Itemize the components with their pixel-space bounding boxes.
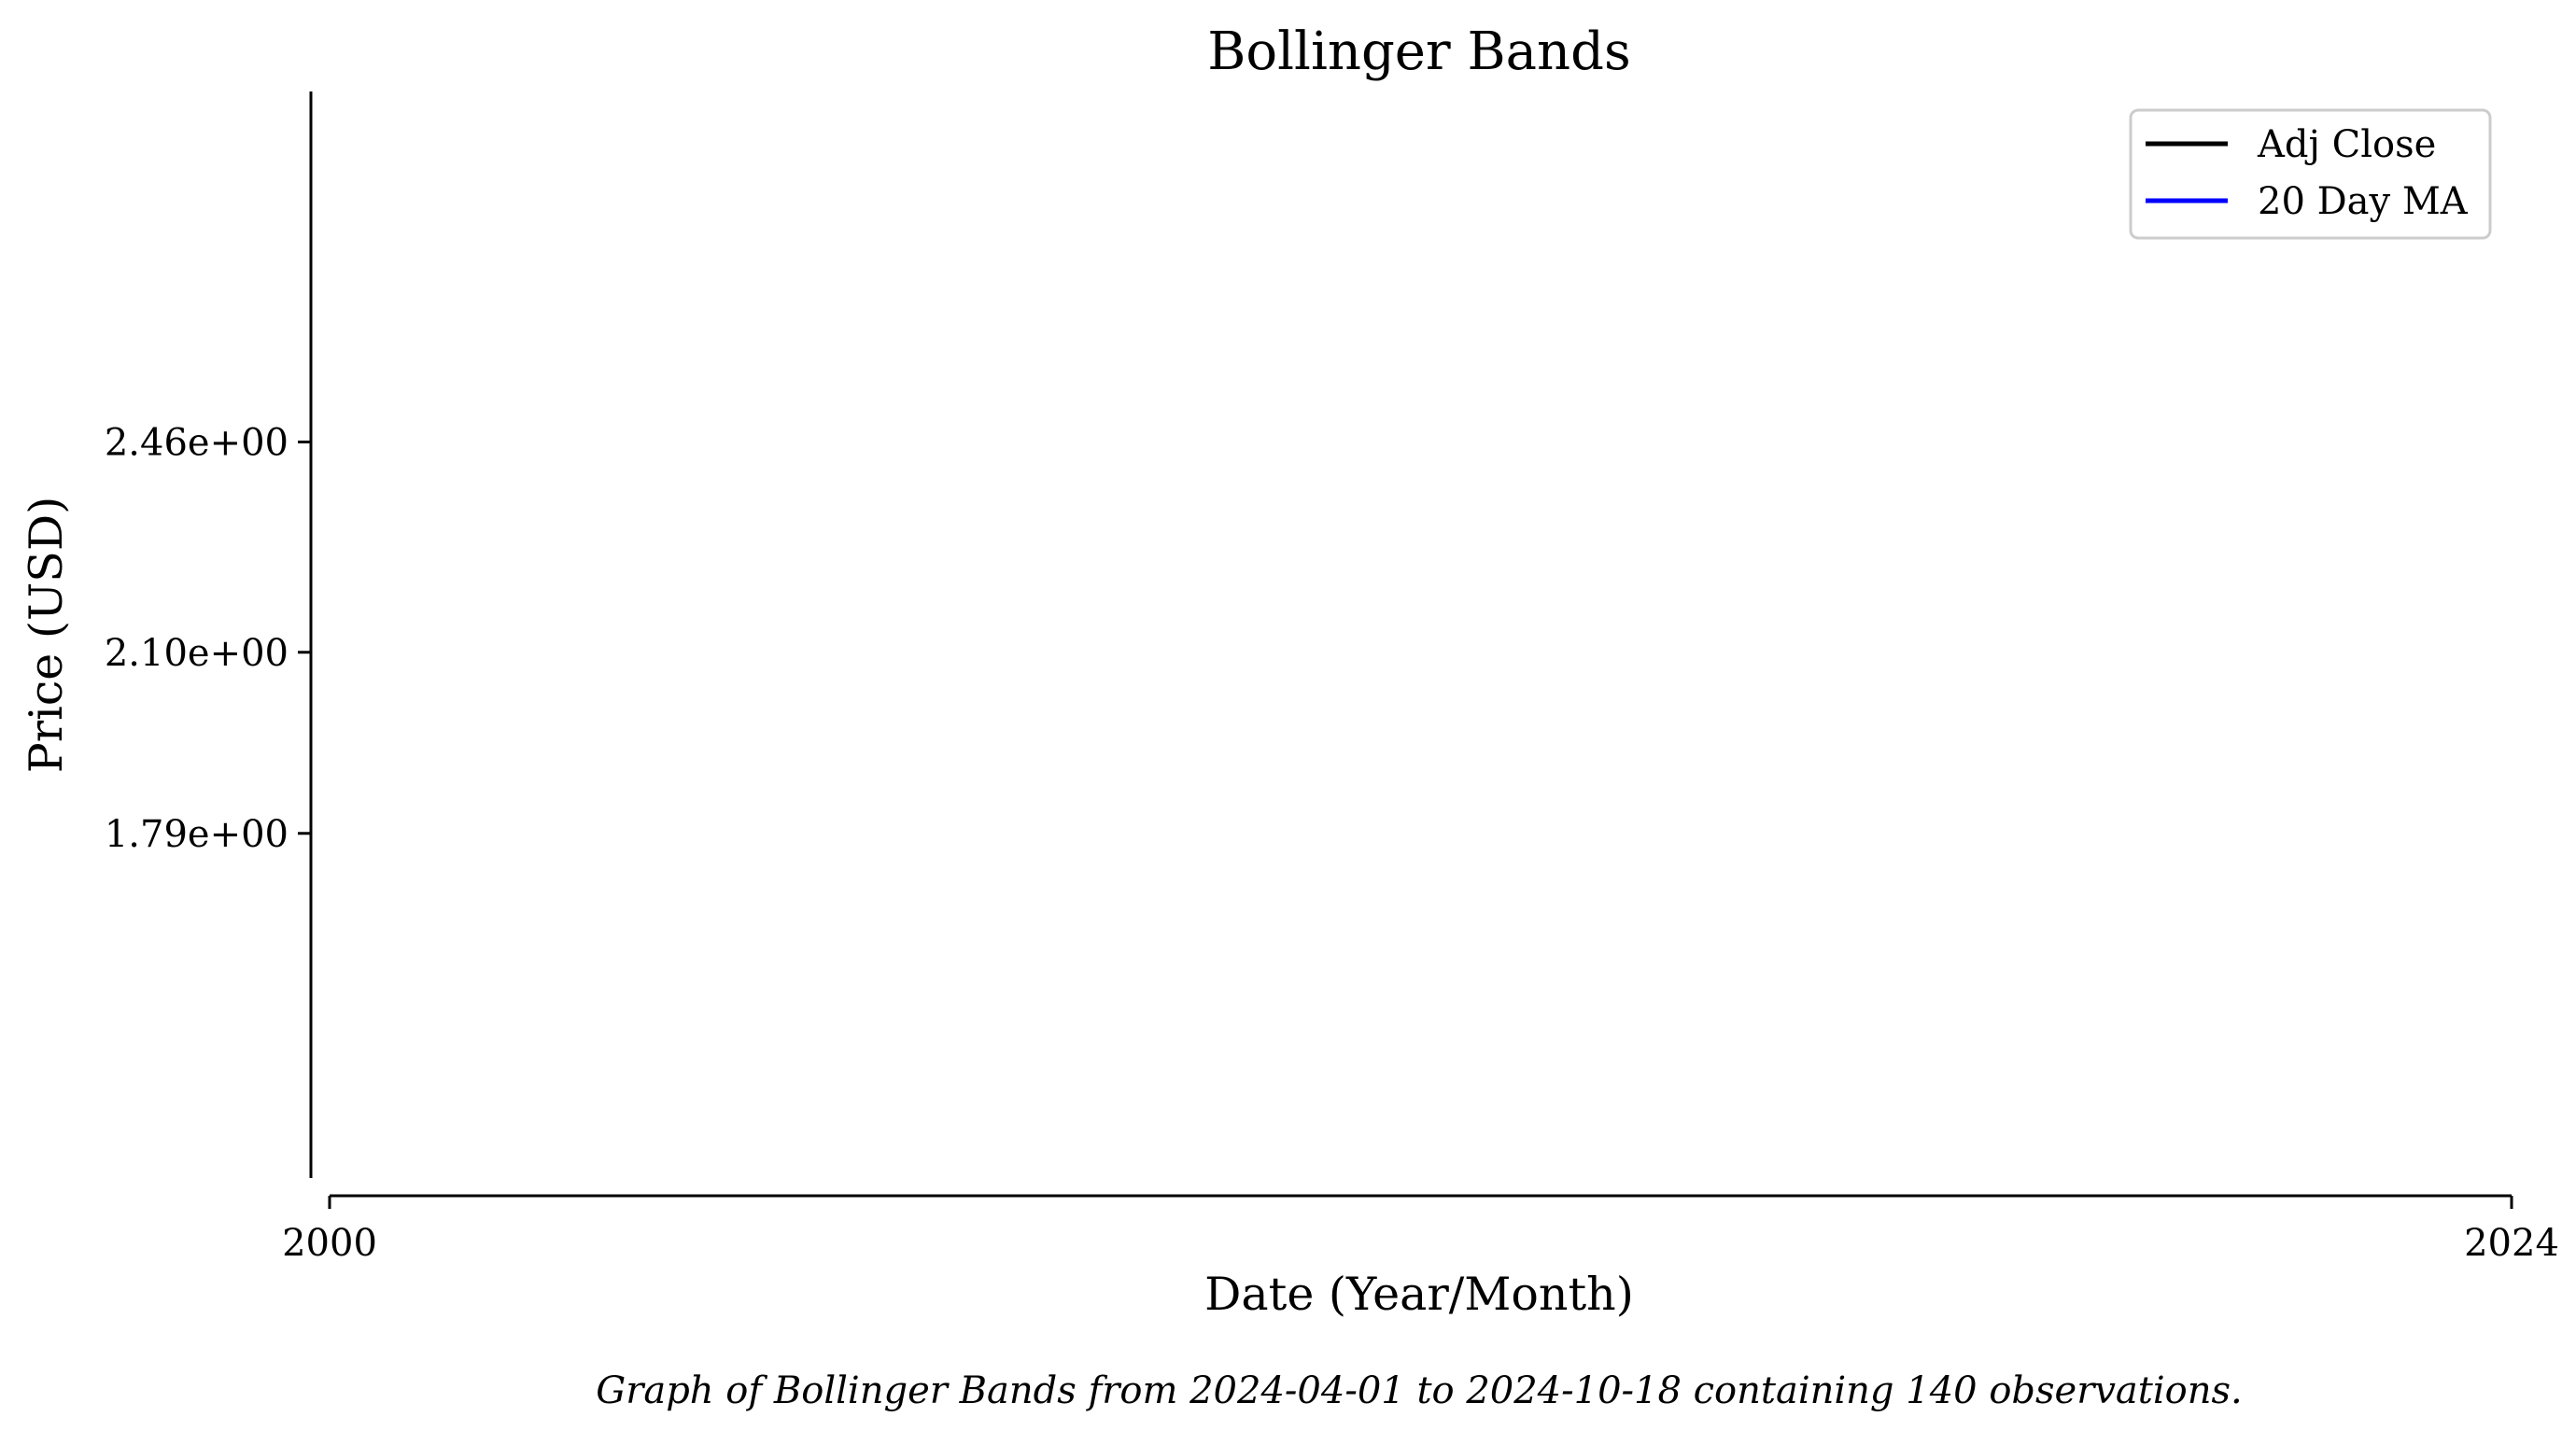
y-axis-label: Price (USD): [20, 497, 73, 773]
y-tick-label: 2.10e+00: [105, 632, 289, 675]
bollinger-chart: Bollinger Bands 1.79e+00 2.10e+00 2.46e+00…: [20, 21, 2559, 1412]
x-axis-label: Date (Year/Month): [1204, 1268, 1634, 1321]
legend-label: Adj Close: [2257, 123, 2436, 166]
y-tick-label: 1.79e+00: [105, 813, 289, 856]
legend-label: 20 Day MA: [2258, 180, 2469, 223]
chart-title: Bollinger Bands: [1207, 21, 1630, 82]
y-tick-label: 2.46e+00: [105, 421, 289, 464]
legend: Adj Close 20 Day MA: [2129, 108, 2492, 240]
x-tick-label: 2024: [2464, 1222, 2559, 1265]
x-ticks: 2000 2024: [282, 1196, 2559, 1265]
chart-caption: Graph of Bollinger Bands from 2024-04-01…: [596, 1369, 2242, 1412]
x-tick-label: 2000: [282, 1222, 377, 1265]
y-ticks: 1.79e+00 2.10e+00 2.46e+00: [105, 421, 311, 856]
